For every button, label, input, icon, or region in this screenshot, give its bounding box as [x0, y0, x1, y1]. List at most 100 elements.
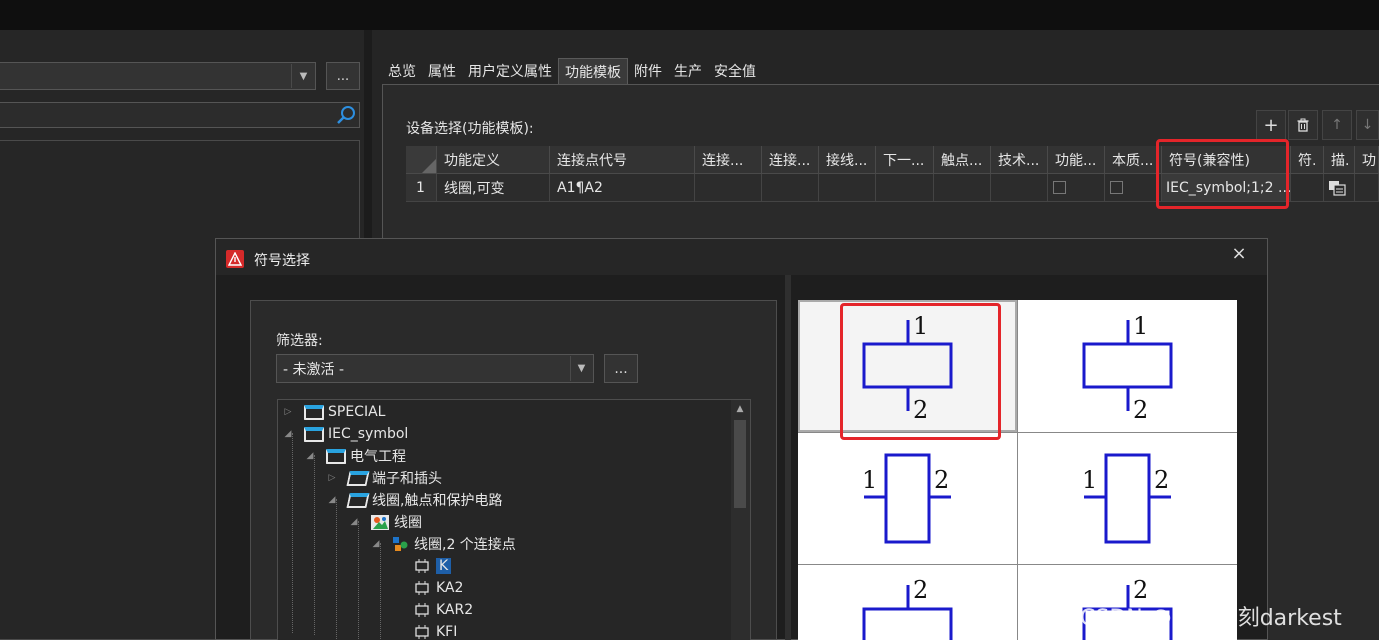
tree-node-terminals[interactable]: ▷ 端子和插头	[326, 467, 442, 489]
tree-node-label: K	[436, 558, 452, 574]
col-header[interactable]: 本质...	[1105, 146, 1162, 174]
tree-node-label: 线圈	[394, 515, 422, 531]
tree-node-symbol-kfi[interactable]: KFI	[414, 621, 457, 640]
coil-symbol-icon	[415, 625, 429, 639]
tree-node-coil-2-points[interactable]: ◢ 线圈,2 个连接点	[370, 533, 516, 555]
add-row-button[interactable]: +	[1256, 110, 1286, 140]
left-more-button[interactable]: ...	[326, 62, 360, 90]
collapse-icon[interactable]: ◢	[304, 451, 316, 461]
tab-attachments[interactable]: 附件	[628, 58, 668, 84]
dialog-splitter[interactable]	[785, 275, 791, 640]
search-input[interactable]	[0, 102, 360, 128]
collapse-icon[interactable]: ◢	[326, 495, 338, 505]
symbol-variant-4[interactable]: 1 2	[1018, 433, 1237, 565]
move-down-button[interactable]: ↓	[1356, 110, 1379, 140]
table-cell[interactable]	[1324, 174, 1355, 202]
table-cell[interactable]	[695, 174, 762, 202]
scroll-up-icon[interactable]: ▲	[733, 402, 747, 416]
collapse-icon[interactable]: ◢	[282, 429, 294, 439]
tab-safety-values[interactable]: 安全值	[708, 58, 762, 84]
tab-production[interactable]: 生产	[668, 58, 708, 84]
col-header-connection[interactable]: 连接点代号	[550, 146, 695, 174]
symbol-variant-3[interactable]: 1 2	[798, 433, 1017, 565]
table-cell[interactable]	[1355, 174, 1379, 202]
col-header[interactable]: 连接...	[695, 146, 762, 174]
symbol-group-icon	[393, 537, 408, 551]
col-header[interactable]: 功	[1355, 146, 1379, 174]
table-cell[interactable]	[934, 174, 991, 202]
tree-node-symbol-k[interactable]: K	[414, 555, 452, 577]
grid-corner[interactable]	[406, 146, 437, 174]
filter-combo-box[interactable]: - 未激活 -	[276, 354, 594, 383]
tab-properties[interactable]: 属性	[422, 58, 462, 84]
symbol-variant-5[interactable]: 2	[798, 565, 1017, 640]
col-header[interactable]: 描.	[1324, 146, 1355, 174]
filter-more-button[interactable]: ...	[604, 354, 638, 383]
col-header[interactable]: 符.	[1291, 146, 1324, 174]
symbol-tree[interactable]: ▷ SPECIAL ◢ IEC_symbol ◢ 电气工程 ▷ 端子和插头 ◢ …	[277, 399, 751, 640]
dialog-title-bar[interactable]	[216, 239, 1267, 275]
watermark: CSDN @至暗时刻darkest	[1080, 606, 1342, 631]
col-header-function[interactable]: 功能定义	[437, 146, 550, 174]
table-cell[interactable]	[991, 174, 1048, 202]
col-header[interactable]: 下一...	[876, 146, 934, 174]
tree-node-symbol-kar2[interactable]: KAR2	[414, 599, 473, 621]
scrollbar-thumb[interactable]	[734, 420, 746, 508]
delete-row-button[interactable]	[1288, 110, 1318, 140]
tab-function-template[interactable]: 功能模板	[558, 58, 628, 84]
tree-node-electrical[interactable]: ◢ 电气工程	[304, 445, 406, 467]
tree-node-symbol-ka2[interactable]: KA2	[414, 577, 463, 599]
tree-node-label: 电气工程	[350, 449, 406, 465]
symbol-variant-2[interactable]: 1 2	[1018, 300, 1237, 432]
tree-node-label: 线圈,2 个连接点	[414, 537, 516, 553]
image-icon	[371, 514, 389, 530]
tree-node-iec-symbol[interactable]: ◢ IEC_symbol	[282, 423, 409, 445]
col-header[interactable]: 接线...	[819, 146, 876, 174]
function-checkbox[interactable]	[1053, 181, 1066, 194]
col-header[interactable]: 触点...	[934, 146, 991, 174]
col-header[interactable]: 技术...	[991, 146, 1048, 174]
folder-icon	[326, 448, 346, 464]
chevron-down-icon[interactable]: ▼	[291, 64, 315, 88]
search-icon[interactable]	[336, 105, 356, 125]
pin-label: 2	[934, 466, 949, 494]
pin-label: 1	[1082, 466, 1097, 494]
chevron-down-icon[interactable]: ▼	[570, 356, 592, 381]
left-combo-box[interactable]	[0, 62, 316, 90]
collapse-icon[interactable]: ◢	[370, 539, 382, 549]
description-icon[interactable]	[1328, 180, 1346, 196]
tree-node-label: IEC_symbol	[328, 426, 409, 442]
tree-node-label: 端子和插头	[372, 471, 442, 487]
close-icon[interactable]: ×	[1228, 242, 1250, 264]
app-logo-icon	[226, 250, 244, 268]
tab-user-properties[interactable]: 用户定义属性	[462, 58, 558, 84]
table-cell[interactable]	[1105, 174, 1162, 202]
expand-icon[interactable]: ▷	[326, 473, 338, 483]
expand-icon[interactable]: ▷	[282, 407, 294, 417]
table-cell[interactable]	[819, 174, 876, 202]
tree-node-coils-contacts[interactable]: ◢ 线圈,触点和保护电路	[326, 489, 502, 511]
pin-label: 1	[862, 466, 877, 494]
table-cell[interactable]	[762, 174, 819, 202]
tree-node-label: KAR2	[436, 602, 474, 618]
pin-label: 2	[913, 576, 928, 604]
trash-icon	[1297, 118, 1309, 132]
tree-node-coils[interactable]: ◢ 线圈	[348, 511, 422, 533]
table-cell[interactable]	[876, 174, 934, 202]
table-cell[interactable]	[1291, 174, 1324, 202]
move-up-button[interactable]: ↑	[1322, 110, 1352, 140]
tab-overview[interactable]: 总览	[382, 58, 422, 84]
function-definition-cell[interactable]: 线圈,可变	[437, 174, 550, 202]
col-header[interactable]: 功能...	[1048, 146, 1105, 174]
col-header[interactable]: 连接...	[762, 146, 819, 174]
title-bar	[0, 0, 1379, 30]
tree-node-label: KA2	[436, 580, 464, 596]
collapse-icon[interactable]: ◢	[348, 517, 360, 527]
filter-label: 筛选器:	[276, 333, 323, 349]
pin-label: 1	[1133, 312, 1148, 340]
connection-designation-cell[interactable]: A1¶A2	[550, 174, 695, 202]
intrinsic-safety-checkbox[interactable]	[1110, 181, 1123, 194]
tree-node-special[interactable]: ▷ SPECIAL	[282, 401, 386, 423]
table-cell[interactable]	[1048, 174, 1105, 202]
tree-node-label: SPECIAL	[328, 404, 386, 420]
